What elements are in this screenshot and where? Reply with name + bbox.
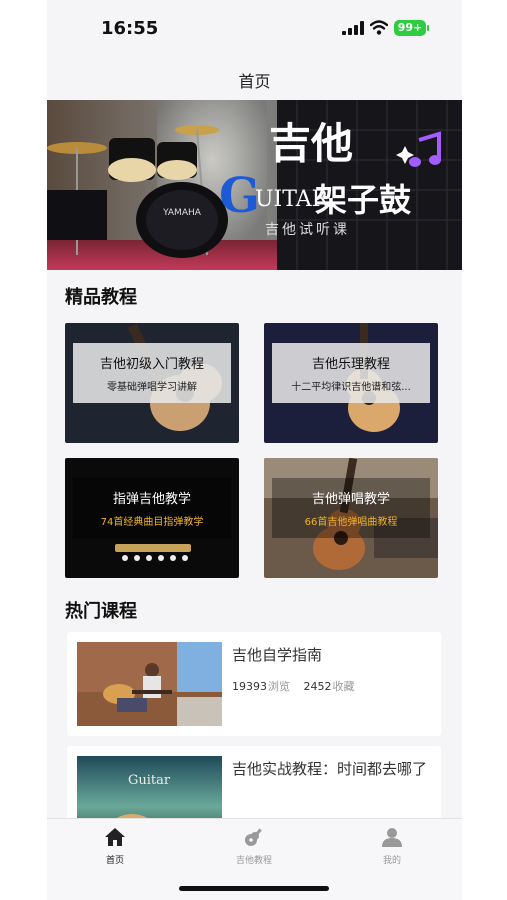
card-caption: 吉他乐理教程 十二平均律识吉他谱和弦... bbox=[272, 343, 430, 403]
status-time: 16:55 bbox=[101, 18, 159, 39]
svg-text:吉他: 吉他 bbox=[269, 119, 353, 168]
svg-text:G: G bbox=[219, 168, 260, 224]
card-subtitle: 零基础弹唱学习讲解 bbox=[107, 382, 197, 393]
card-title: 指弹吉他教学 bbox=[112, 492, 191, 507]
card-caption: 吉他初级入门教程 零基础弹唱学习讲解 bbox=[73, 343, 231, 403]
featured-card-singing[interactable]: 吉他弹唱教学 66首吉他弹唱曲教程 bbox=[264, 458, 438, 578]
tab-label: 我的 bbox=[382, 856, 401, 866]
hot-section-title: 热门课程 bbox=[65, 601, 137, 622]
home-icon bbox=[105, 828, 125, 846]
wifi-icon bbox=[370, 20, 388, 35]
svg-text:YAMAHA: YAMAHA bbox=[162, 208, 202, 218]
banner-image: YAMAHA 吉他 G UITAR 架子鼓 吉他试听课 bbox=[47, 100, 462, 270]
hero-banner[interactable]: YAMAHA 吉他 G UITAR 架子鼓 吉他试听课 bbox=[47, 100, 462, 270]
cellular-signal-icon bbox=[342, 21, 364, 35]
view-label: 浏览 bbox=[268, 680, 290, 693]
svg-text:Guitar: Guitar bbox=[128, 773, 171, 788]
tab-guitar-course[interactable]: 吉他教程 bbox=[214, 827, 294, 866]
tab-label: 吉他教程 bbox=[235, 856, 272, 866]
guitar-icon bbox=[245, 828, 262, 846]
featured-card-beginner[interactable]: 吉他初级入门教程 零基础弹唱学习讲解 bbox=[65, 323, 239, 443]
page-title: 首页 bbox=[238, 72, 271, 91]
svg-text:架子鼓: 架子鼓 bbox=[315, 181, 412, 219]
svg-text:吉他试听课: 吉他试听课 bbox=[265, 222, 350, 238]
fav-label: 收藏 bbox=[332, 680, 355, 693]
course-item[interactable]: 吉他自学指南 19393浏览 2452收藏 bbox=[67, 632, 441, 736]
course-title: 吉他自学指南 bbox=[232, 646, 323, 664]
card-title: 吉他初级入门教程 bbox=[99, 357, 204, 372]
course-thumbnail bbox=[77, 642, 222, 726]
view-count: 19393 bbox=[232, 680, 267, 693]
tab-mine[interactable]: 我的 bbox=[352, 827, 432, 866]
card-caption: 指弹吉他教学 74首经典曲目指弹教学 bbox=[73, 478, 231, 538]
course-title: 吉他实战教程：时间都去哪了 bbox=[232, 760, 428, 778]
phone-screen: 16:55 99+ 首页 YAMAHA 吉他 G UITAR 架子鼓 吉他试听课… bbox=[47, 0, 462, 900]
fav-count: 2452 bbox=[303, 680, 332, 693]
featured-card-theory[interactable]: 吉他乐理教程 十二平均律识吉他谱和弦... bbox=[264, 323, 438, 443]
card-subtitle: 十二平均律识吉他谱和弦... bbox=[291, 382, 411, 393]
card-title: 吉他乐理教程 bbox=[311, 357, 390, 372]
featured-card-fingerstyle[interactable]: 指弹吉他教学 74首经典曲目指弹教学 bbox=[65, 458, 239, 578]
featured-section-title: 精品教程 bbox=[65, 287, 137, 308]
user-icon bbox=[382, 828, 402, 847]
battery-icon: 99+ bbox=[394, 20, 429, 36]
status-bar: 16:55 99+ bbox=[47, 0, 462, 58]
course-stats: 19393浏览 2452收藏 bbox=[232, 678, 365, 694]
tab-home[interactable]: 首页 bbox=[75, 827, 155, 866]
tab-label: 首页 bbox=[105, 856, 124, 866]
card-caption: 吉他弹唱教学 66首吉他弹唱曲教程 bbox=[272, 478, 430, 538]
card-subtitle: 74首经典曲目指弹教学 bbox=[100, 517, 204, 528]
card-title: 吉他弹唱教学 bbox=[311, 492, 390, 507]
home-indicator bbox=[179, 886, 329, 891]
card-subtitle: 66首吉他弹唱曲教程 bbox=[304, 517, 398, 528]
